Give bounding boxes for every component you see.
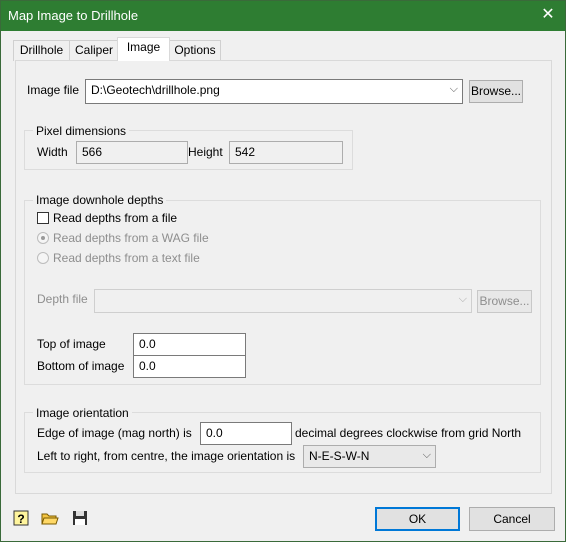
dialog-window: Map Image to Drillhole ✕ Drillhole Calip… — [0, 0, 566, 542]
text-file-label: Read depths from a text file — [53, 251, 200, 265]
lr-orientation-value: N-E-S-W-N — [309, 449, 370, 463]
read-depths-checkbox[interactable] — [37, 212, 49, 224]
save-icon[interactable] — [71, 509, 89, 527]
top-of-image-field[interactable]: 0.0 — [133, 333, 246, 356]
tab-options[interactable]: Options — [169, 40, 221, 61]
lr-orientation-label: Left to right, from centre, the image or… — [37, 449, 296, 463]
width-label: Width — [37, 145, 68, 159]
title-bar: Map Image to Drillhole ✕ — [1, 1, 565, 31]
image-tab-panel: Image file D:\Geotech\drillhole.png ⌵ Br… — [15, 60, 552, 494]
chevron-down-icon: ⌵ — [422, 449, 431, 461]
downhole-depths-legend: Image downhole depths — [33, 193, 167, 207]
image-file-label: Image file — [27, 83, 80, 97]
top-of-image-label: Top of image — [37, 337, 106, 351]
height-label: Height — [188, 145, 223, 159]
close-button[interactable]: ✕ — [531, 1, 565, 31]
bottom-of-image-label: Bottom of image — [37, 359, 125, 373]
window-title: Map Image to Drillhole — [8, 8, 139, 23]
cancel-button[interactable]: Cancel — [469, 507, 555, 531]
orientation-legend: Image orientation — [33, 406, 132, 420]
pixel-dimensions-legend: Pixel dimensions — [33, 124, 130, 138]
width-field: 566 — [76, 141, 188, 164]
tab-drillhole[interactable]: Drillhole — [13, 40, 70, 61]
depth-file-browse-button[interactable]: Browse... — [477, 290, 532, 313]
image-file-browse-button[interactable]: Browse... — [469, 80, 523, 103]
wag-file-radio[interactable] — [37, 232, 49, 244]
lr-orientation-select[interactable]: N-E-S-W-N ⌵ — [303, 445, 436, 468]
depth-file-label: Depth file — [37, 292, 88, 306]
help-icon[interactable]: ? — [12, 509, 30, 527]
read-depths-label[interactable]: Read depths from a file — [53, 211, 177, 225]
open-folder-icon[interactable] — [41, 509, 59, 527]
edge-label: Edge of image (mag north) is — [37, 426, 192, 440]
image-file-combo[interactable]: D:\Geotech\drillhole.png ⌵ — [85, 79, 463, 104]
depth-file-combo[interactable]: ⌵ — [94, 289, 472, 313]
height-field: 542 — [229, 141, 343, 164]
edge-degrees-field[interactable]: 0.0 — [200, 422, 292, 445]
tab-caliper[interactable]: Caliper — [69, 40, 119, 61]
tab-image[interactable]: Image — [117, 37, 170, 61]
image-file-value: D:\Geotech\drillhole.png — [91, 83, 220, 97]
chevron-down-icon: ⌵ — [449, 83, 458, 95]
chevron-down-icon: ⌵ — [458, 293, 467, 305]
wag-file-label: Read depths from a WAG file — [53, 231, 209, 245]
svg-text:?: ? — [17, 512, 24, 526]
bottom-of-image-field[interactable]: 0.0 — [133, 355, 246, 378]
ok-button[interactable]: OK — [375, 507, 460, 531]
text-file-radio[interactable] — [37, 252, 49, 264]
edge-suffix-label: decimal degrees clockwise from grid Nort… — [295, 426, 522, 440]
